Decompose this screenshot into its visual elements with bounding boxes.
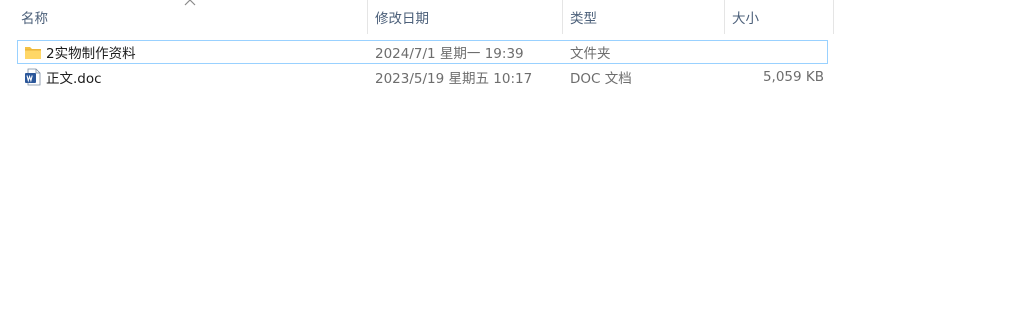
column-divider[interactable] bbox=[833, 0, 834, 34]
file-size: 5,059 KB bbox=[762, 69, 824, 85]
column-header-type[interactable]: 类型 bbox=[563, 0, 724, 34]
column-header-bar: 名称 修改日期 类型 大小 bbox=[0, 0, 834, 34]
file-type: DOC 文档 bbox=[570, 71, 632, 87]
sort-ascending-icon bbox=[184, 0, 196, 6]
file-modified-date: 2023/5/19 星期五 10:17 bbox=[375, 71, 533, 87]
word-document-icon bbox=[25, 68, 41, 86]
file-row-document[interactable]: 正文.doc 2023/5/19 星期五 10:17 DOC 文档 5,059 … bbox=[17, 65, 828, 89]
file-size bbox=[730, 41, 824, 63]
folder-icon bbox=[25, 47, 41, 59]
column-header-size[interactable]: 大小 bbox=[725, 0, 833, 34]
column-header-modified[interactable]: 修改日期 bbox=[368, 0, 562, 34]
file-list-view: 名称 修改日期 类型 大小 2实物制作资料 2024/7/1 星期一 19:39… bbox=[0, 0, 1024, 311]
file-name: 正文.doc bbox=[46, 71, 102, 87]
file-type: 文件夹 bbox=[570, 46, 611, 62]
file-modified-date: 2024/7/1 星期一 19:39 bbox=[375, 46, 524, 62]
column-header-type-label: 类型 bbox=[570, 11, 597, 27]
file-row-folder[interactable]: 2实物制作资料 2024/7/1 星期一 19:39 文件夹 bbox=[17, 40, 828, 64]
column-header-name-label: 名称 bbox=[21, 11, 48, 27]
column-header-size-label: 大小 bbox=[732, 11, 759, 27]
file-name: 2实物制作资料 bbox=[46, 46, 136, 62]
column-header-modified-label: 修改日期 bbox=[375, 11, 429, 27]
